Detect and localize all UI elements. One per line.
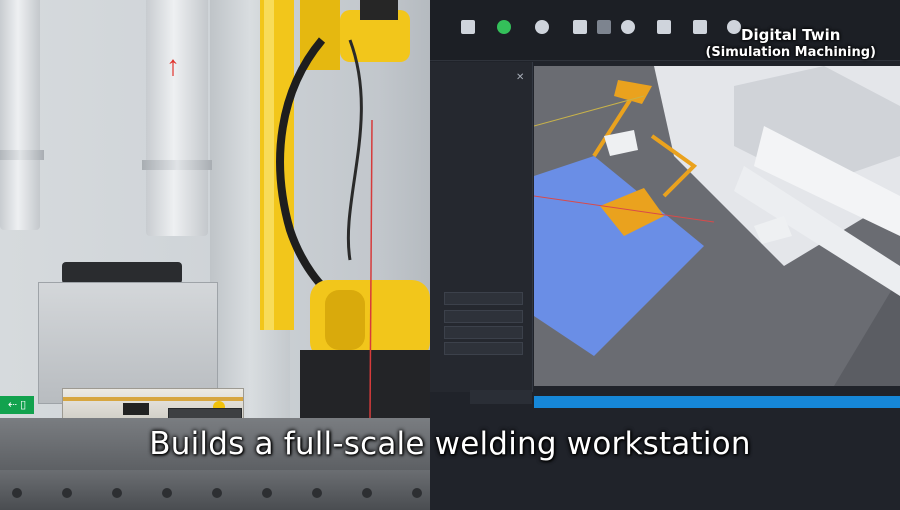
panel-field-3[interactable] [444, 326, 523, 339]
digital-twin-badge: Digital Twin (Simulation Machining) [705, 26, 876, 61]
exit-sign: ⇠ ▯ [0, 396, 34, 414]
simulation-scene [534, 66, 900, 386]
status-green-icon [497, 20, 511, 34]
stop-button[interactable] [470, 390, 532, 404]
teach-pendant [62, 262, 182, 284]
refresh-icon [535, 20, 549, 34]
video-frame: ↑ ⇠ ▯ ✕ Digital Twin (Simulation Machini… [0, 0, 900, 510]
panel-field-4[interactable] [444, 342, 523, 355]
arrow-up-icon: ↑ [166, 50, 180, 81]
duct-pipe-right [142, 0, 212, 236]
control-cabinet [38, 282, 218, 404]
close-icon[interactable]: ✕ [516, 72, 524, 83]
status-bar [534, 396, 900, 408]
gear-icon [621, 20, 635, 34]
video-caption: Builds a full-scale welding workstation [149, 426, 751, 462]
badge-title: Digital Twin [741, 26, 841, 44]
properties-panel: ✕ [430, 62, 533, 392]
panel-field-2[interactable] [444, 310, 523, 323]
record-icon [461, 20, 475, 34]
panel-field-1[interactable] [444, 292, 523, 305]
3d-viewport[interactable] [534, 66, 900, 386]
settings-icon [657, 20, 671, 34]
duct-pipe-left [0, 0, 44, 230]
badge-subtitle: (Simulation Machining) [705, 45, 876, 60]
